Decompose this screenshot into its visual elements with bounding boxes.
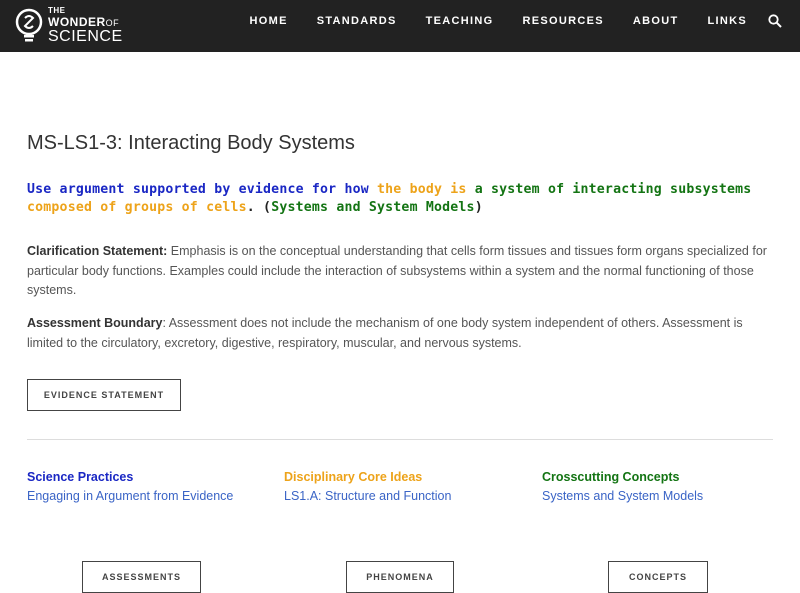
logo-wonder: WONDEROF xyxy=(48,16,123,28)
logo-wonder-word: WONDER xyxy=(48,15,106,29)
science-practices-link[interactable]: Engaging in Argument from Evidence xyxy=(27,489,233,503)
nav-standards[interactable]: STANDARDS xyxy=(317,15,397,27)
nav-about[interactable]: ABOUT xyxy=(633,15,679,27)
crosscutting-heading: Crosscutting Concepts xyxy=(542,470,703,484)
core-ideas-column: Disciplinary Core Ideas LS1.A: Structure… xyxy=(284,470,451,503)
main-nav: HOME STANDARDS TEACHING RESOURCES ABOUT … xyxy=(250,0,800,42)
section-divider xyxy=(27,439,773,440)
assessment-boundary: Assessment Boundary: Assessment does not… xyxy=(27,314,767,353)
science-practices-heading: Science Practices xyxy=(27,470,233,484)
clarification-label: Clarification Statement: xyxy=(27,244,167,258)
standard-part-close: ) xyxy=(475,200,483,215)
logo-text: THE WONDEROF SCIENCE xyxy=(48,7,123,45)
standard-part-crosscutting-2: Systems and System Models xyxy=(271,200,475,215)
core-ideas-link[interactable]: LS1.A: Structure and Function xyxy=(284,489,451,503)
phenomena-button[interactable]: PHENOMENA xyxy=(346,561,454,593)
assessments-button[interactable]: ASSESSMENTS xyxy=(82,561,201,593)
core-ideas-heading: Disciplinary Core Ideas xyxy=(284,470,451,484)
assessment-boundary-label: Assessment Boundary xyxy=(27,316,162,330)
site-logo[interactable]: THE WONDEROF SCIENCE xyxy=(14,4,123,48)
standard-part-core: the body is xyxy=(377,182,467,197)
crosscutting-link[interactable]: Systems and System Models xyxy=(542,489,703,503)
crosscutting-column: Crosscutting Concepts Systems and System… xyxy=(542,470,703,503)
evidence-statement-button[interactable]: EVIDENCE STATEMENT xyxy=(27,379,181,411)
standard-part-crosscutting: a system of interacting subsystems xyxy=(467,182,752,197)
logo-science: SCIENCE xyxy=(48,29,123,45)
clarification-statement: Clarification Statement: Emphasis is on … xyxy=(27,242,767,301)
site-header: THE WONDEROF SCIENCE HOME STANDARDS TEAC… xyxy=(0,0,800,52)
standard-part-practice: Use argument supported by evidence for h… xyxy=(27,182,377,197)
nav-resources[interactable]: RESOURCES xyxy=(523,15,604,27)
lightbulb-logo-icon xyxy=(14,8,44,44)
nav-teaching[interactable]: TEACHING xyxy=(426,15,494,27)
science-practices-column: Science Practices Engaging in Argument f… xyxy=(27,470,233,503)
concepts-button[interactable]: CONCEPTS xyxy=(608,561,708,593)
logo-the: THE xyxy=(48,7,123,15)
logo-of: OF xyxy=(106,18,120,28)
search-icon[interactable] xyxy=(768,14,782,28)
page-title: MS-LS1-3: Interacting Body Systems xyxy=(27,132,355,155)
standard-part-core-2: composed of groups of cells xyxy=(27,200,247,215)
performance-expectation: Use argument supported by evidence for h… xyxy=(27,181,767,217)
nav-home[interactable]: HOME xyxy=(250,15,288,27)
standard-part-punct: . ( xyxy=(247,200,271,215)
nav-links[interactable]: LINKS xyxy=(708,15,748,27)
